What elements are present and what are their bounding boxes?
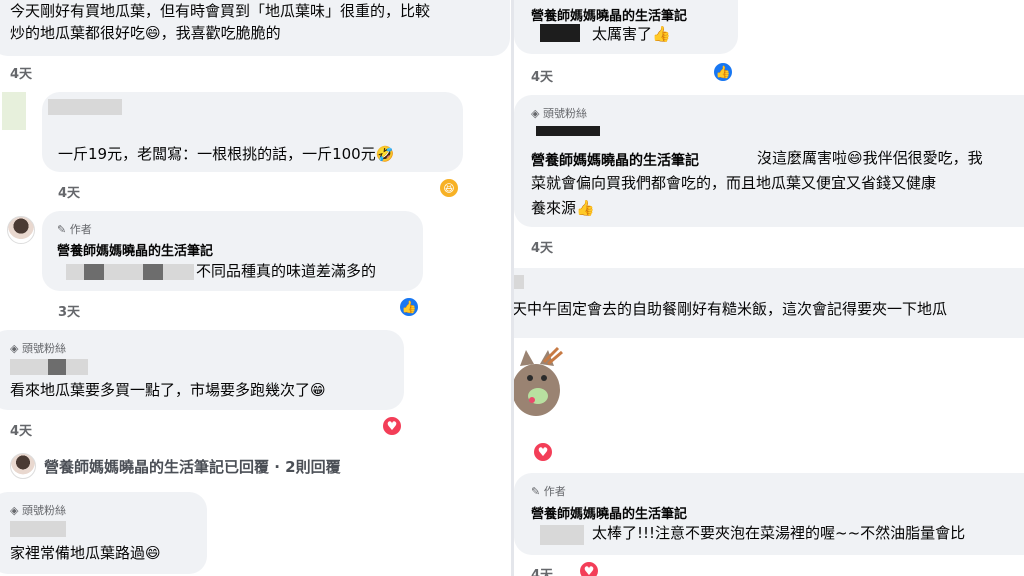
redacted-name [536, 126, 600, 136]
comment-2-text: 一斤19元，老闆寫：一根根挑的話，一斤100元🤣 [58, 145, 395, 163]
avatar-placeholder [2, 92, 26, 130]
diamond-icon: ◈ [10, 504, 19, 517]
comment-r4-text: 太棒了!!!注意不要夾泡在菜湯裡的喔~~不然油脂量會比 [592, 524, 966, 542]
comment-1-line-2: 炒的地瓜葉都很好吃😄，我喜歡吃脆脆的 [10, 24, 281, 42]
love-reaction-icon[interactable]: ♥ [532, 441, 554, 463]
redacted-name [514, 275, 524, 289]
top-fan-badge: ◈ 頭號粉絲 [531, 107, 587, 120]
redacted-mention [540, 24, 580, 42]
comment-1-time[interactable]: 4天 [10, 63, 32, 82]
diamond-icon: ◈ [531, 107, 540, 120]
author-badge: ✎ 作者 [57, 223, 92, 236]
comment-r4-author-name[interactable]: 營養師媽媽曉晶的生活筆記 [531, 503, 687, 522]
like-reaction-icon[interactable]: 👍 [712, 61, 734, 83]
sticker-cat-image[interactable] [514, 342, 572, 422]
left-comment-panel: 今天剛好有買地瓜葉，但有時會買到「地瓜葉味」很重的，比較 炒的地瓜葉都很好吃😄，… [0, 0, 512, 576]
comment-r4-time[interactable]: 4天 [531, 564, 553, 576]
top-fan-badge: ◈ 頭號粉絲 [10, 342, 66, 355]
comment-4-text: 看來地瓜葉要多買一點了，市場要多跑幾次了😁 [10, 381, 326, 399]
love-reaction-icon[interactable]: ♥ [578, 560, 600, 576]
comment-r1-author-name[interactable]: 營養師媽媽曉晶的生活筆記 [531, 5, 687, 24]
redacted-name [10, 521, 66, 537]
comment-3-text: 不同品種真的味道差滿多的 [196, 262, 377, 280]
comment-r1-text: 太厲害了👍 [592, 25, 671, 43]
redacted-mention [540, 525, 584, 545]
pen-icon: ✎ [531, 485, 541, 498]
like-reaction-icon[interactable]: 👍 [398, 296, 420, 318]
comment-r1-time[interactable]: 4天 [531, 66, 553, 85]
love-reaction-icon[interactable]: ♥ [381, 415, 403, 437]
comment-4-time[interactable]: 4天 [10, 420, 32, 439]
author-badge: ✎ 作者 [531, 485, 566, 498]
comment-r2-line-2: 菜就會偏向買我們都會吃的，而且地瓜葉又便宜又省錢又健康 [531, 174, 937, 192]
haha-reaction-icon[interactable]: 😆 [438, 177, 460, 199]
author-avatar[interactable] [7, 216, 35, 244]
comment-3-time[interactable]: 3天 [58, 301, 80, 320]
author-avatar-small [10, 453, 36, 479]
cat-sticker-icon [514, 346, 563, 416]
comment-r3-text: 天中午固定會去的自助餐剛好有糙米飯，這次會記得要夾一下地瓜 [514, 300, 948, 318]
comment-3-author-name[interactable]: 營養師媽媽曉晶的生活筆記 [57, 240, 213, 259]
top-fan-badge: ◈ 頭號粉絲 [10, 504, 66, 517]
comment-1-line-1: 今天剛好有買地瓜葉，但有時會買到「地瓜葉味」很重的，比較 [10, 2, 431, 20]
redacted-name-dark [48, 359, 66, 375]
comment-r2-time[interactable]: 4天 [531, 237, 553, 256]
view-replies-link[interactable]: 營養師媽媽曉晶的生活筆記已回覆 · 2則回覆 [44, 456, 341, 478]
diamond-icon: ◈ [10, 342, 19, 355]
pen-icon: ✎ [57, 223, 67, 236]
comment-5-text: 家裡常備地瓜葉路過😄 [10, 544, 161, 562]
right-comment-panel: 營養師媽媽曉晶的生活筆記 太厲害了👍 4天 👍 ◈ 頭號粉絲 營養師媽媽曉晶的生… [514, 0, 1024, 576]
comment-r2-mention[interactable]: 營養師媽媽曉晶的生活筆記 [531, 150, 699, 170]
comment-r2-line-1: 沒這麼厲害啦😄我伴侶很愛吃，我 [757, 149, 983, 167]
redacted-name [48, 99, 122, 115]
redacted-mention-dark-1 [84, 264, 104, 280]
comment-r2-line-3: 養來源👍 [531, 199, 595, 217]
comment-2-time[interactable]: 4天 [58, 182, 80, 201]
redacted-mention-dark-2 [143, 264, 163, 280]
